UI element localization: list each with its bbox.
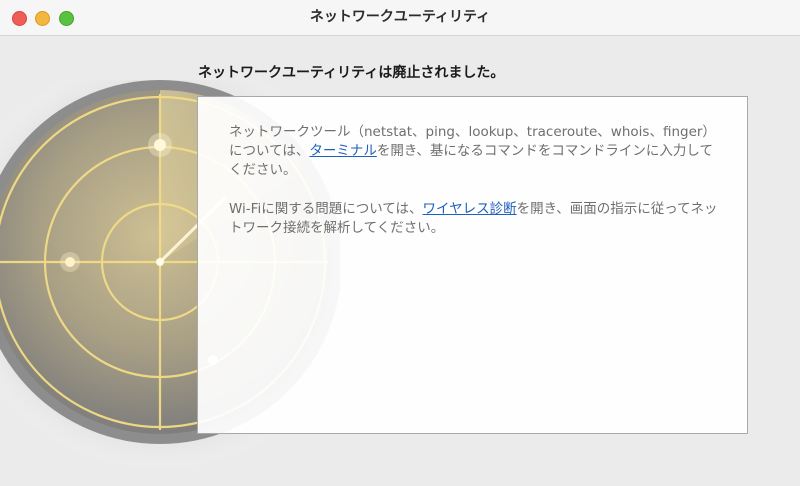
info-panel: ネットワークツール（netstat、ping、lookup、traceroute… bbox=[197, 96, 748, 434]
terminal-link[interactable]: ターミナル bbox=[309, 143, 377, 159]
window-title: ネットワークユーティリティ bbox=[309, 9, 491, 25]
title-bar: ネットワークユーティリティ bbox=[0, 0, 800, 36]
wifi-paragraph: Wi-Fiに関する問題については、ワイヤレス診断を開き、画面の指示に従ってネット… bbox=[229, 200, 719, 238]
paragraph2-text-before: Wi-Fiに関する問題については、 bbox=[229, 201, 423, 217]
network-utility-window: ネットワークユーティリティ ネットワークユーティリティは廃止されました。 ネット… bbox=[0, 0, 800, 486]
network-tools-paragraph: ネットワークツール（netstat、ping、lookup、traceroute… bbox=[229, 123, 719, 180]
deprecation-heading: ネットワークユーティリティは廃止されました。 bbox=[198, 65, 505, 81]
wireless-diagnostics-link[interactable]: ワイヤレス診断 bbox=[423, 201, 517, 217]
